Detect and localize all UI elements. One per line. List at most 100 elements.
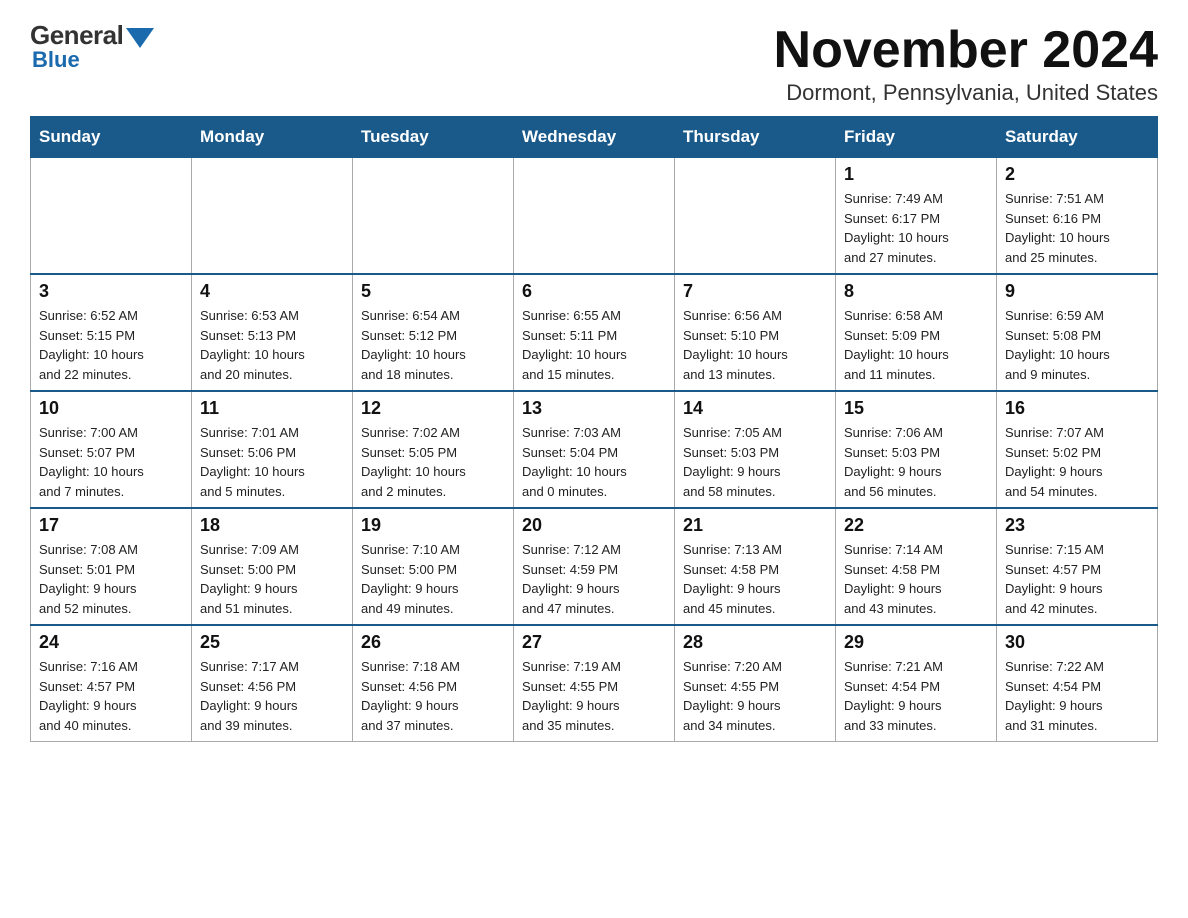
- logo-blue-text: Blue: [32, 47, 80, 73]
- weekday-header-tuesday: Tuesday: [353, 117, 514, 158]
- calendar-cell: 17 Sunrise: 7:08 AMSunset: 5:01 PMDayligh…: [31, 508, 192, 625]
- day-number: 10: [39, 398, 183, 419]
- calendar-cell: 22 Sunrise: 7:14 AMSunset: 4:58 PMDayligh…: [836, 508, 997, 625]
- day-info: Sunrise: 7:06 AMSunset: 5:03 PMDaylight:…: [844, 423, 988, 501]
- calendar-cell: 26 Sunrise: 7:18 AMSunset: 4:56 PMDayligh…: [353, 625, 514, 742]
- day-number: 20: [522, 515, 666, 536]
- day-number: 26: [361, 632, 505, 653]
- weekday-header-saturday: Saturday: [997, 117, 1158, 158]
- day-number: 18: [200, 515, 344, 536]
- day-info: Sunrise: 7:02 AMSunset: 5:05 PMDaylight:…: [361, 423, 505, 501]
- day-info: Sunrise: 6:52 AMSunset: 5:15 PMDaylight:…: [39, 306, 183, 384]
- day-number: 4: [200, 281, 344, 302]
- day-number: 16: [1005, 398, 1149, 419]
- calendar-cell: 9Sunrise: 6:59 AMSunset: 5:08 PMDaylight…: [997, 274, 1158, 391]
- day-info: Sunrise: 7:01 AMSunset: 5:06 PMDaylight:…: [200, 423, 344, 501]
- day-number: 6: [522, 281, 666, 302]
- day-number: 24: [39, 632, 183, 653]
- day-info: Sunrise: 6:54 AMSunset: 5:12 PMDaylight:…: [361, 306, 505, 384]
- weekday-header-friday: Friday: [836, 117, 997, 158]
- calendar-cell: 11 Sunrise: 7:01 AMSunset: 5:06 PMDayligh…: [192, 391, 353, 508]
- calendar-cell: 10 Sunrise: 7:00 AMSunset: 5:07 PMDayligh…: [31, 391, 192, 508]
- title-area: November 2024 Dormont, Pennsylvania, Uni…: [774, 20, 1158, 106]
- day-info: Sunrise: 6:55 AMSunset: 5:11 PMDaylight:…: [522, 306, 666, 384]
- calendar-cell: 4 Sunrise: 6:53 AMSunset: 5:13 PMDaylight…: [192, 274, 353, 391]
- day-info: Sunrise: 7:49 AMSunset: 6:17 PMDaylight:…: [844, 189, 988, 267]
- calendar-cell: [192, 158, 353, 275]
- day-info: Sunrise: 6:58 AMSunset: 5:09 PMDaylight:…: [844, 306, 988, 384]
- calendar-cell: 30 Sunrise: 7:22 AMSunset: 4:54 PMDayligh…: [997, 625, 1158, 742]
- calendar-cell: 18 Sunrise: 7:09 AMSunset: 5:00 PMDayligh…: [192, 508, 353, 625]
- calendar-cell: 16 Sunrise: 7:07 AMSunset: 5:02 PMDayligh…: [997, 391, 1158, 508]
- calendar-week-row-3: 10 Sunrise: 7:00 AMSunset: 5:07 PMDayligh…: [31, 391, 1158, 508]
- day-number: 2: [1005, 164, 1149, 185]
- calendar-cell: 8 Sunrise: 6:58 AMSunset: 5:09 PMDaylight…: [836, 274, 997, 391]
- day-number: 27: [522, 632, 666, 653]
- day-info: Sunrise: 7:21 AMSunset: 4:54 PMDaylight:…: [844, 657, 988, 735]
- day-number: 19: [361, 515, 505, 536]
- day-number: 30: [1005, 632, 1149, 653]
- day-info: Sunrise: 7:05 AMSunset: 5:03 PMDaylight:…: [683, 423, 827, 501]
- day-number: 11: [200, 398, 344, 419]
- day-info: Sunrise: 7:12 AMSunset: 4:59 PMDaylight:…: [522, 540, 666, 618]
- calendar-table: SundayMondayTuesdayWednesdayThursdayFrid…: [30, 116, 1158, 742]
- day-number: 5: [361, 281, 505, 302]
- weekday-header-sunday: Sunday: [31, 117, 192, 158]
- day-number: 14: [683, 398, 827, 419]
- location-text: Dormont, Pennsylvania, United States: [774, 80, 1158, 106]
- day-number: 3: [39, 281, 183, 302]
- calendar-week-row-4: 17 Sunrise: 7:08 AMSunset: 5:01 PMDayligh…: [31, 508, 1158, 625]
- calendar-cell: 27 Sunrise: 7:19 AMSunset: 4:55 PMDayligh…: [514, 625, 675, 742]
- weekday-header-thursday: Thursday: [675, 117, 836, 158]
- day-number: 15: [844, 398, 988, 419]
- day-number: 12: [361, 398, 505, 419]
- calendar-week-row-2: 3 Sunrise: 6:52 AMSunset: 5:15 PMDaylight…: [31, 274, 1158, 391]
- logo: General Blue: [30, 20, 154, 73]
- day-number: 21: [683, 515, 827, 536]
- calendar-cell: 23Sunrise: 7:15 AMSunset: 4:57 PMDayligh…: [997, 508, 1158, 625]
- page-header: General Blue November 2024 Dormont, Penn…: [30, 20, 1158, 106]
- calendar-cell: [353, 158, 514, 275]
- weekday-header-monday: Monday: [192, 117, 353, 158]
- calendar-week-row-5: 24Sunrise: 7:16 AMSunset: 4:57 PMDayligh…: [31, 625, 1158, 742]
- day-info: Sunrise: 7:09 AMSunset: 5:00 PMDaylight:…: [200, 540, 344, 618]
- calendar-cell: 24Sunrise: 7:16 AMSunset: 4:57 PMDayligh…: [31, 625, 192, 742]
- day-info: Sunrise: 7:10 AMSunset: 5:00 PMDaylight:…: [361, 540, 505, 618]
- day-info: Sunrise: 7:17 AMSunset: 4:56 PMDaylight:…: [200, 657, 344, 735]
- calendar-cell: 28Sunrise: 7:20 AMSunset: 4:55 PMDayligh…: [675, 625, 836, 742]
- calendar-cell: 6 Sunrise: 6:55 AMSunset: 5:11 PMDaylight…: [514, 274, 675, 391]
- calendar-cell: [675, 158, 836, 275]
- day-number: 29: [844, 632, 988, 653]
- day-number: 7: [683, 281, 827, 302]
- day-info: Sunrise: 7:51 AMSunset: 6:16 PMDaylight:…: [1005, 189, 1149, 267]
- day-info: Sunrise: 7:19 AMSunset: 4:55 PMDaylight:…: [522, 657, 666, 735]
- calendar-cell: [31, 158, 192, 275]
- day-number: 25: [200, 632, 344, 653]
- weekday-header-row: SundayMondayTuesdayWednesdayThursdayFrid…: [31, 117, 1158, 158]
- calendar-cell: 5 Sunrise: 6:54 AMSunset: 5:12 PMDaylight…: [353, 274, 514, 391]
- day-info: Sunrise: 7:03 AMSunset: 5:04 PMDaylight:…: [522, 423, 666, 501]
- day-info: Sunrise: 6:56 AMSunset: 5:10 PMDaylight:…: [683, 306, 827, 384]
- day-number: 17: [39, 515, 183, 536]
- day-info: Sunrise: 7:14 AMSunset: 4:58 PMDaylight:…: [844, 540, 988, 618]
- day-info: Sunrise: 7:18 AMSunset: 4:56 PMDaylight:…: [361, 657, 505, 735]
- day-info: Sunrise: 7:13 AMSunset: 4:58 PMDaylight:…: [683, 540, 827, 618]
- calendar-cell: 7 Sunrise: 6:56 AMSunset: 5:10 PMDaylight…: [675, 274, 836, 391]
- day-info: Sunrise: 6:53 AMSunset: 5:13 PMDaylight:…: [200, 306, 344, 384]
- day-info: Sunrise: 7:07 AMSunset: 5:02 PMDaylight:…: [1005, 423, 1149, 501]
- calendar-cell: 20 Sunrise: 7:12 AMSunset: 4:59 PMDayligh…: [514, 508, 675, 625]
- calendar-cell: 19 Sunrise: 7:10 AMSunset: 5:00 PMDayligh…: [353, 508, 514, 625]
- day-info: Sunrise: 7:00 AMSunset: 5:07 PMDaylight:…: [39, 423, 183, 501]
- day-info: Sunrise: 7:08 AMSunset: 5:01 PMDaylight:…: [39, 540, 183, 618]
- day-info: Sunrise: 7:20 AMSunset: 4:55 PMDaylight:…: [683, 657, 827, 735]
- calendar-week-row-1: 1Sunrise: 7:49 AMSunset: 6:17 PMDaylight…: [31, 158, 1158, 275]
- calendar-cell: 25 Sunrise: 7:17 AMSunset: 4:56 PMDayligh…: [192, 625, 353, 742]
- day-number: 22: [844, 515, 988, 536]
- day-number: 8: [844, 281, 988, 302]
- calendar-cell: [514, 158, 675, 275]
- day-info: Sunrise: 7:22 AMSunset: 4:54 PMDaylight:…: [1005, 657, 1149, 735]
- calendar-cell: 21 Sunrise: 7:13 AMSunset: 4:58 PMDayligh…: [675, 508, 836, 625]
- day-info: Sunrise: 7:15 AMSunset: 4:57 PMDaylight:…: [1005, 540, 1149, 618]
- day-number: 13: [522, 398, 666, 419]
- calendar-cell: 15 Sunrise: 7:06 AMSunset: 5:03 PMDayligh…: [836, 391, 997, 508]
